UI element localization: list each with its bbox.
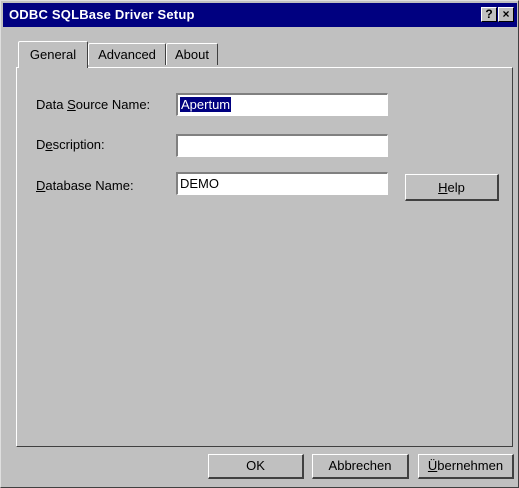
ok-button[interactable]: OK: [208, 454, 304, 479]
tab-general[interactable]: General: [18, 41, 88, 68]
database-name-field[interactable]: DEMO: [176, 172, 388, 195]
data-source-name-label: Data Source Name:: [36, 97, 151, 112]
database-name-label: Database Name:: [36, 178, 134, 193]
apply-button[interactable]: Übernehmen: [418, 454, 514, 479]
cancel-button[interactable]: Abbrechen: [312, 454, 409, 479]
tab-about[interactable]: About: [166, 43, 218, 65]
dialog-window: ODBC SQLBase Driver Setup ? × General Ad…: [0, 0, 519, 488]
context-help-button[interactable]: ?: [481, 7, 497, 22]
help-button[interactable]: Help: [405, 174, 499, 201]
tab-advanced[interactable]: Advanced: [88, 43, 166, 65]
description-field[interactable]: [176, 134, 388, 157]
window-title: ODBC SQLBase Driver Setup: [9, 7, 195, 22]
data-source-name-value: Apertum: [180, 97, 232, 112]
close-button[interactable]: ×: [498, 7, 514, 22]
tab-panel-general: [16, 67, 513, 447]
data-source-name-field[interactable]: Apertum: [176, 93, 388, 116]
description-label: Description:: [36, 137, 105, 152]
title-bar[interactable]: ODBC SQLBase Driver Setup ? ×: [3, 3, 517, 27]
